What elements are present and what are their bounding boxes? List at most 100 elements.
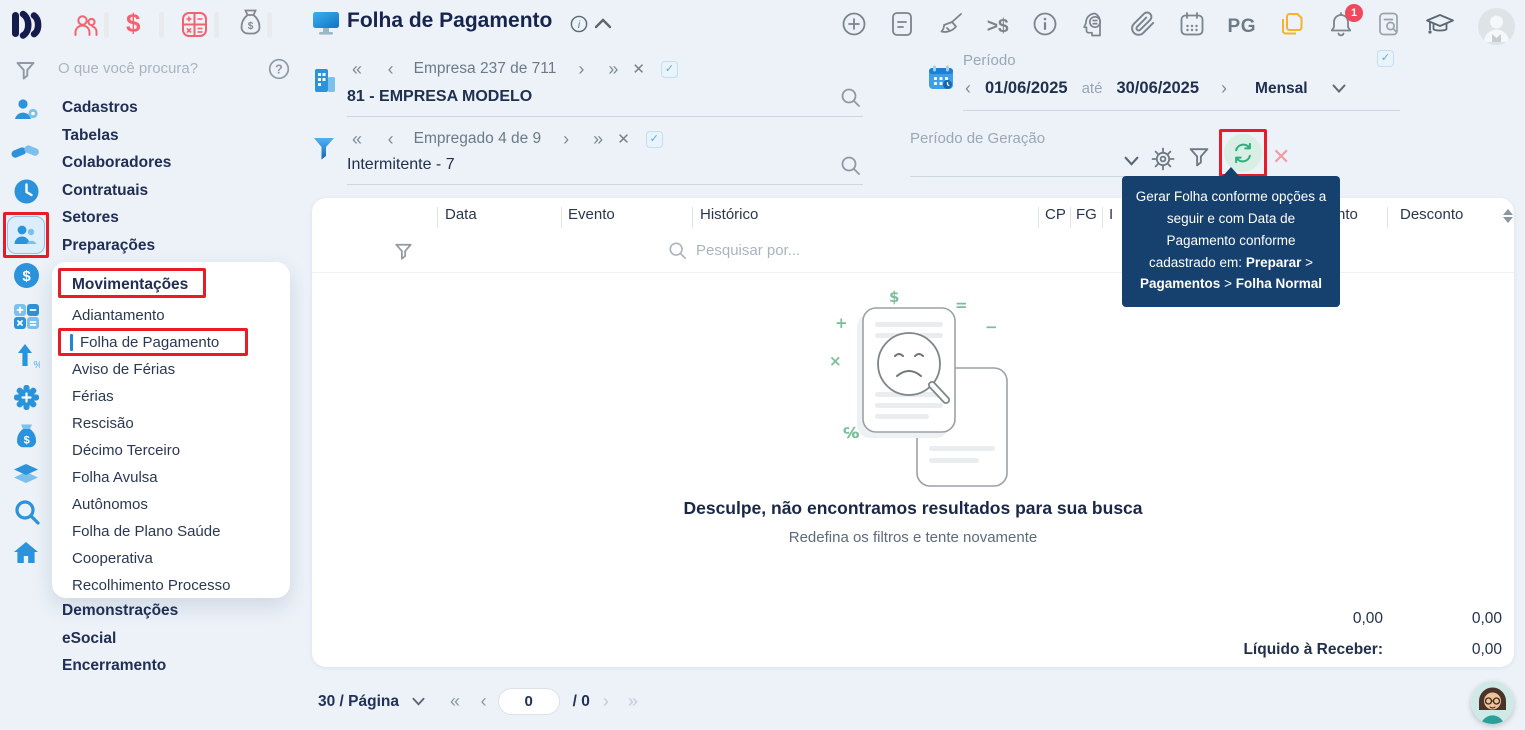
column-header-fg[interactable]: FG (1076, 206, 1097, 223)
last-company-button[interactable]: » (608, 60, 618, 78)
period-mode-select[interactable]: Mensal (1255, 80, 1308, 98)
clear-company-button[interactable]: ✕ (632, 60, 645, 78)
broom-icon[interactable] (937, 11, 964, 42)
greater-dollar-icon[interactable]: >$ (987, 16, 1009, 38)
company-search-icon[interactable] (840, 87, 861, 113)
column-header-cp[interactable]: CP (1045, 206, 1066, 223)
paperclip-icon[interactable] (1130, 11, 1156, 42)
submenu-item-folha-de-pagamento[interactable]: Folha de Pagamento (58, 328, 290, 356)
home-icon[interactable] (12, 540, 40, 571)
table-search-input[interactable] (696, 242, 936, 259)
submenu-title[interactable]: Movimentações (58, 268, 206, 298)
active-module-people[interactable] (7, 216, 45, 254)
company-checkbox[interactable]: ✓ (660, 60, 678, 78)
sort-icon[interactable] (1503, 209, 1513, 223)
next-company-button[interactable]: › (578, 60, 584, 78)
period-checkbox[interactable]: ✓ (1377, 50, 1394, 67)
column-header-i[interactable]: I (1109, 206, 1113, 223)
last-employee-button[interactable]: » (593, 130, 603, 148)
calculator-icon[interactable] (181, 11, 208, 43)
document-icon[interactable] (890, 11, 914, 42)
submenu-item-folha-avulsa[interactable]: Folha Avulsa (72, 464, 290, 491)
search-blue-icon[interactable] (13, 498, 41, 531)
first-company-button[interactable]: « (352, 60, 362, 78)
sidebar-item-contratuais[interactable]: Contratuais (62, 177, 171, 205)
submenu-item-folha-de-plano-saude[interactable]: Folha de Plano Saúde (72, 518, 290, 545)
sidebar-item-cadastros[interactable]: Cadastros (62, 94, 171, 122)
dollar-circle-icon[interactable]: $ (13, 262, 40, 294)
page-size-select[interactable]: 30 / Página (318, 693, 399, 711)
title-info-icon[interactable]: i (570, 15, 588, 38)
employee-checkbox[interactable]: ✓ (645, 130, 663, 148)
calendar-icon[interactable] (1179, 11, 1205, 42)
percent-up-icon[interactable]: % (15, 342, 43, 375)
sidebar-item-tabelas[interactable]: Tabelas (62, 122, 171, 150)
sidebar-item-colaboradores[interactable]: Colaboradores (62, 149, 171, 177)
first-employee-button[interactable]: « (352, 130, 362, 148)
sidebar-filter-icon[interactable] (15, 60, 36, 86)
dollar-icon[interactable]: $ (126, 8, 140, 39)
next-employee-button[interactable]: › (563, 130, 569, 148)
page-number-input[interactable] (497, 688, 560, 715)
calculator-blue-icon[interactable] (13, 303, 40, 335)
prev-period-button[interactable]: ‹ (965, 78, 971, 99)
people-icon[interactable] (72, 12, 99, 44)
sidebar-item-preparacoes[interactable]: Preparações (62, 232, 171, 260)
last-page-button[interactable]: » (628, 691, 638, 712)
gear-plus-icon[interactable] (13, 384, 40, 416)
submenu-item-aviso-de-ferias[interactable]: Aviso de Férias (72, 356, 290, 383)
bell-icon[interactable]: 1 (1328, 3, 1363, 43)
prev-employee-button[interactable]: ‹ (388, 130, 394, 148)
column-header-desconto[interactable]: Desconto (1400, 206, 1463, 223)
first-page-button[interactable]: « (450, 691, 460, 712)
sidebar-search-input[interactable] (58, 60, 248, 77)
column-header-historico[interactable]: Histórico (700, 206, 758, 223)
info-circle-icon[interactable] (1032, 11, 1058, 42)
submenu-item-recolhimento-processo[interactable]: Recolhimento Processo (72, 572, 290, 599)
head-calc-icon[interactable] (1081, 11, 1107, 43)
sidebar-item-esocial[interactable]: eSocial (62, 625, 178, 653)
submenu-item-autonomos[interactable]: Autônomos (72, 491, 290, 518)
submenu-item-cooperativa[interactable]: Cooperativa (72, 545, 290, 572)
period-start-date[interactable]: 01/06/2025 (985, 79, 1068, 98)
generation-period-chevron-icon[interactable] (1124, 156, 1139, 166)
submenu-item-adiantamento[interactable]: Adiantamento (72, 302, 290, 329)
submenu-item-decimo-terceiro[interactable]: Décimo Terceiro (72, 437, 290, 464)
prev-company-button[interactable]: ‹ (388, 60, 394, 78)
sidebar-item-setores[interactable]: Setores (62, 204, 171, 232)
assistant-avatar[interactable] (1471, 681, 1514, 724)
sidebar-item-demonstracoes[interactable]: Demonstrações (62, 597, 178, 625)
column-header-data[interactable]: Data (445, 206, 477, 223)
column-header-evento[interactable]: Evento (568, 206, 615, 223)
clear-employee-button[interactable]: ✕ (617, 130, 630, 148)
period-mode-chevron-icon[interactable] (1332, 84, 1346, 93)
handshake-icon[interactable] (10, 140, 42, 169)
graduation-cap-icon[interactable] (1425, 11, 1455, 42)
column-header-nto[interactable]: nto (1337, 206, 1358, 223)
clock-icon[interactable] (13, 178, 40, 210)
submenu-item-rescisao[interactable]: Rescisão (72, 410, 290, 437)
table-filter-icon[interactable] (394, 242, 413, 266)
pg-label[interactable]: PG (1228, 16, 1256, 38)
next-period-button[interactable]: › (1221, 78, 1227, 99)
submenu-item-ferias[interactable]: Férias (72, 383, 290, 410)
layers-icon[interactable] (11, 462, 41, 491)
person-gear-icon[interactable] (12, 96, 40, 129)
filter-outline-icon[interactable] (1188, 146, 1210, 173)
user-avatar[interactable] (1478, 8, 1515, 45)
employee-search-icon[interactable] (840, 155, 861, 181)
period-end-date[interactable]: 30/06/2025 (1116, 79, 1199, 98)
prev-page-button[interactable]: ‹ (481, 691, 487, 712)
collapse-chevron-icon[interactable] (594, 16, 612, 34)
money-bag-icon[interactable]: $ (238, 8, 263, 43)
next-page-button[interactable]: › (603, 691, 609, 712)
plus-circle-icon[interactable] (841, 11, 867, 42)
document-search-icon[interactable] (1377, 11, 1402, 42)
cancel-x-icon[interactable]: ✕ (1272, 146, 1290, 168)
sidebar-item-encerramento[interactable]: Encerramento (62, 652, 178, 680)
employee-value[interactable]: Intermitente - 7 (347, 156, 455, 174)
page-size-chevron-icon[interactable] (412, 697, 425, 706)
settings-gear-icon[interactable] (1151, 147, 1175, 176)
app-logo[interactable] (10, 8, 42, 45)
money-bag-blue-icon[interactable]: $ (14, 422, 39, 456)
